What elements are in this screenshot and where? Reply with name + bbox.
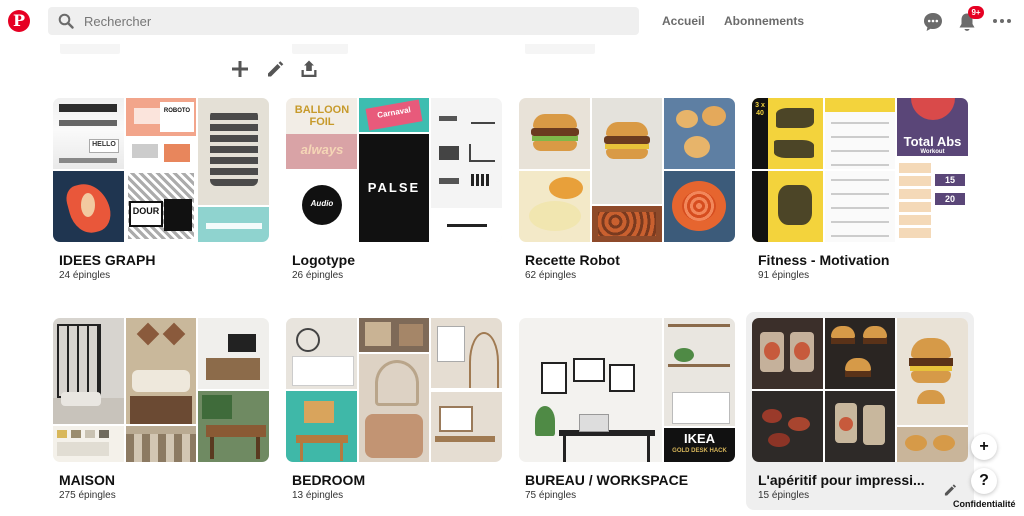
board-title: BUREAU / WORKSPACE (525, 472, 689, 488)
board-title: Fitness - Motivation (758, 252, 890, 268)
search-bar[interactable] (48, 7, 639, 35)
help-button[interactable]: ? (971, 468, 997, 494)
cover-text: BALLOON FOIL (294, 104, 350, 128)
cover-text: DOUR (132, 206, 160, 216)
floating-add-button[interactable]: + (971, 434, 997, 460)
board-cover (286, 318, 502, 462)
board-card-hovered[interactable]: L'apéritif pour impressi... 15 épingles (746, 312, 974, 510)
pin-count: 275 épingles (59, 490, 116, 501)
pencil-icon[interactable] (264, 58, 286, 80)
board-title: L'apéritif pour impressi... (758, 472, 925, 488)
board-cover (752, 318, 968, 462)
cover-text: 15 (944, 175, 955, 185)
search-input[interactable] (84, 11, 624, 31)
board-cover: 3 x 40 Total Abs Workout 15 20 (752, 98, 968, 242)
board-card[interactable]: 3 x 40 Total Abs Workout 15 20 Fitness -… (752, 98, 968, 284)
board-cover: BALLOON FOIL always Audio Carnaval PALSE (286, 98, 502, 242)
pencil-icon[interactable] (942, 482, 958, 498)
board-title: MAISON (59, 472, 115, 488)
notification-badge: 9+ (968, 6, 984, 19)
pin-count: 15 épingles (758, 490, 810, 501)
cover-text: always (300, 142, 344, 157)
plus-icon[interactable] (229, 58, 251, 80)
cover-text: ROBOTO (163, 108, 191, 114)
nav-home[interactable]: Accueil (662, 14, 705, 28)
board-title: Recette Robot (525, 252, 620, 268)
top-bar: P Accueil Abonnements 9+ (0, 0, 1024, 44)
nav-following[interactable]: Abonnements (724, 14, 804, 28)
board-title: BEDROOM (292, 472, 366, 488)
cover-text: Workout (920, 149, 945, 155)
pin-count: 24 épingles (59, 270, 111, 281)
board-title: Logotype (292, 252, 355, 268)
board-card[interactable]: Recette Robot 62 épingles (519, 98, 735, 284)
board-card[interactable]: HELLO ROBOTO DOUR IDEES GRAPH 24 épingle… (53, 98, 269, 284)
more-horizontal-icon[interactable] (993, 19, 1011, 25)
pinterest-logo[interactable]: P (8, 10, 30, 32)
pin-count: 26 épingles (292, 270, 344, 281)
cover-text: IKEA (683, 431, 716, 446)
pin-count: 91 épingles (758, 270, 810, 281)
board-title: IDEES GRAPH (59, 252, 156, 268)
cover-text: 3 x 40 (755, 102, 765, 117)
board-card[interactable]: IKEA GOLD DESK HACK BUREAU / WORKSPACE 7… (519, 318, 735, 504)
board-cover: IKEA GOLD DESK HACK (519, 318, 735, 462)
board-card[interactable]: MAISON 275 épingles (53, 318, 269, 504)
privacy-link[interactable]: Confidentialité (953, 499, 1016, 509)
pin-count: 62 épingles (525, 270, 577, 281)
cover-text: GOLD DESK HACK (672, 448, 727, 454)
cover-text: Total Abs (903, 134, 962, 149)
search-icon (58, 13, 74, 29)
board-cover (53, 318, 269, 462)
board-card[interactable]: BALLOON FOIL always Audio Carnaval PALSE… (286, 98, 502, 284)
cover-text: 20 (944, 194, 955, 204)
share-icon[interactable] (298, 58, 320, 80)
board-card[interactable]: BEDROOM 13 épingles (286, 318, 502, 504)
pin-count: 13 épingles (292, 490, 344, 501)
board-cover (519, 98, 735, 242)
cover-text: HELLO (92, 141, 116, 148)
board-cover: HELLO ROBOTO DOUR (53, 98, 269, 242)
chat-bubble-icon[interactable] (922, 11, 944, 33)
pin-count: 75 épingles (525, 490, 577, 501)
cover-text: PALSE (367, 180, 421, 195)
cover-text: Audio (310, 199, 334, 208)
